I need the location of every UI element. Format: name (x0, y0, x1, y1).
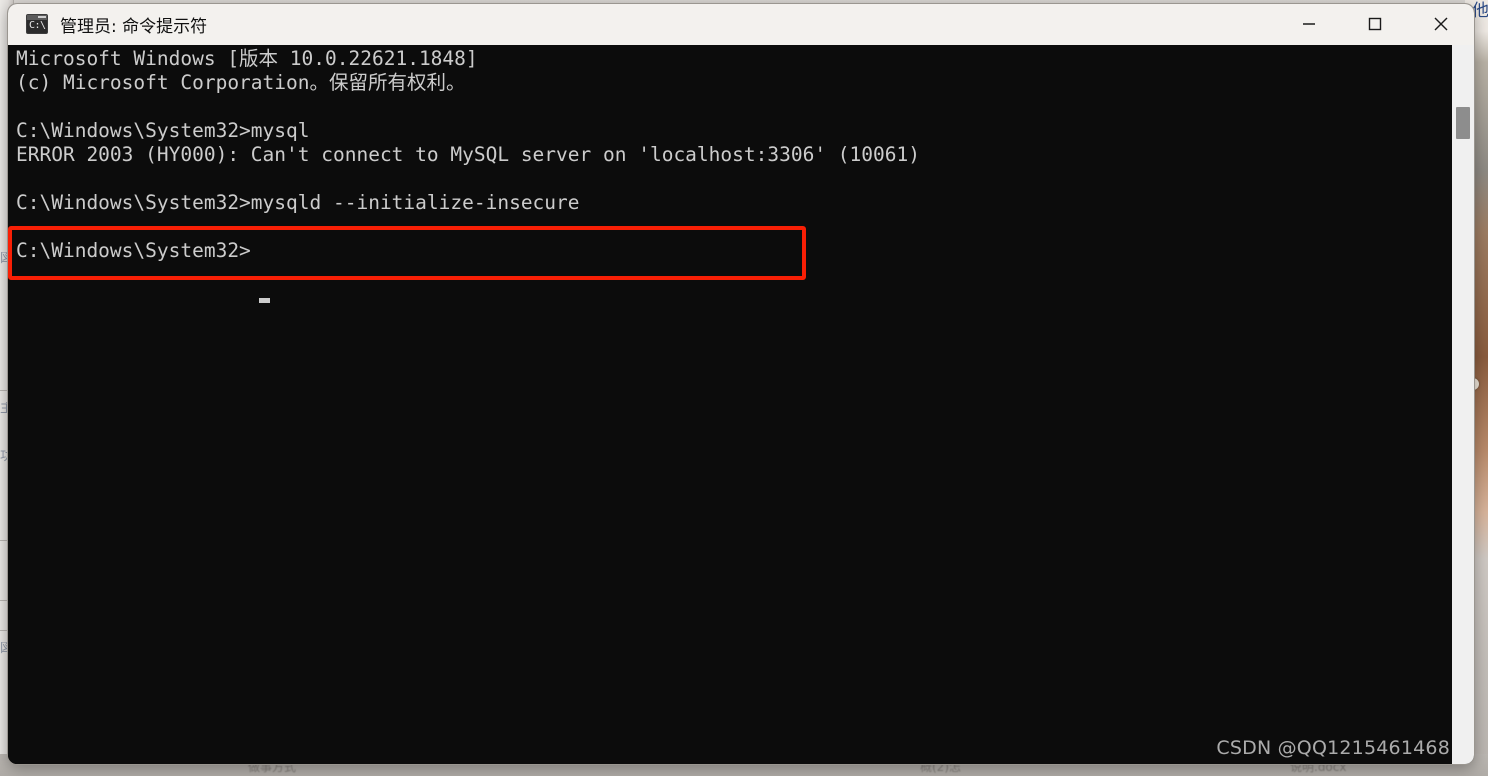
maximize-icon (1368, 17, 1382, 31)
command-prompt-window[interactable]: C:\ 管理员: 命令提示符 Microsoft Windows [版本 10.… (8, 4, 1474, 764)
maximize-button[interactable] (1342, 4, 1408, 44)
scrollbar-thumb[interactable] (1456, 107, 1470, 139)
terminal-scrollbar[interactable] (1452, 45, 1474, 764)
background-right-fragment: 他 (1472, 1, 1488, 21)
close-icon (1434, 17, 1448, 31)
window-controls (1276, 4, 1474, 44)
minimize-icon (1303, 23, 1315, 25)
minimize-button[interactable] (1276, 4, 1342, 44)
screen-root: 図 主 功 図 他 做事方式 概(2)怎 说明.docx C:\ 管理员: 命令… (0, 0, 1488, 776)
cmd-icon: C:\ (26, 14, 48, 34)
console-text: Microsoft Windows [版本 10.0.22621.1848] (… (16, 47, 920, 262)
text-cursor (259, 298, 270, 303)
watermark-text: CSDN @QQ1215461468 (1216, 737, 1450, 759)
window-title: 管理员: 命令提示符 (60, 16, 208, 37)
cmd-icon-prompt: C:\ (29, 20, 46, 31)
close-button[interactable] (1408, 4, 1474, 44)
window-titlebar[interactable]: C:\ 管理员: 命令提示符 (8, 4, 1474, 45)
terminal-output-area[interactable]: Microsoft Windows [版本 10.0.22621.1848] (… (8, 45, 1474, 764)
